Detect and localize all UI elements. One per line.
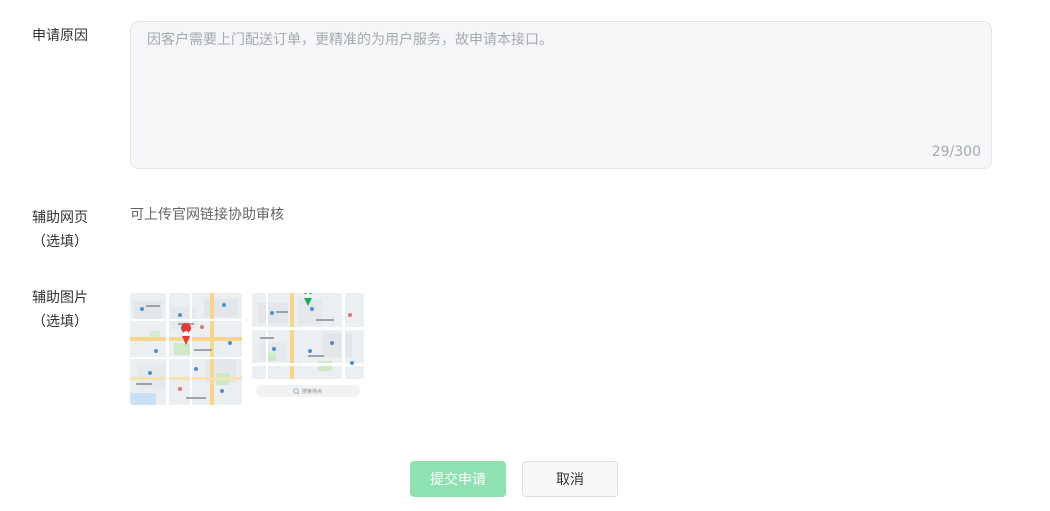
aux-images-label: 辅助图片 （选填） [0, 286, 120, 334]
map-search-text: 搜索地点 [302, 388, 322, 395]
aux-images-label-optional: （选填） [32, 314, 88, 330]
aux-image-list: 搜索地点 [130, 293, 364, 405]
reason-label: 申请原因 [0, 24, 120, 48]
map-image-1 [130, 293, 242, 405]
reason-char-counter: 29/300 [931, 144, 981, 160]
submit-application-button[interactable]: 提交申请 [410, 461, 506, 497]
aux-images-label-main: 辅助图片 [32, 290, 88, 306]
map-image-2: 搜索地点 [252, 293, 364, 405]
application-form: 申请原因 因客户需要上门配送订单，更精准的为用户服务，故申请本接口。 29/30… [0, 0, 1050, 511]
aux-web-hint[interactable]: 可上传官网链接协助审核 [130, 205, 284, 225]
aux-web-label: 辅助网页 （选填） [0, 206, 120, 254]
aux-image-thumbnail-1[interactable] [130, 293, 242, 405]
reason-textarea[interactable]: 因客户需要上门配送订单，更精准的为用户服务，故申请本接口。 29/300 [130, 21, 992, 169]
reason-label-text: 申请原因 [32, 28, 88, 44]
aux-image-thumbnail-2[interactable]: 搜索地点 [252, 293, 364, 405]
aux-web-label-main: 辅助网页 [32, 210, 88, 226]
reason-text: 因客户需要上门配送订单，更精准的为用户服务，故申请本接口。 [147, 32, 553, 48]
aux-web-label-optional: （选填） [32, 234, 88, 250]
cancel-button[interactable]: 取消 [522, 461, 618, 497]
